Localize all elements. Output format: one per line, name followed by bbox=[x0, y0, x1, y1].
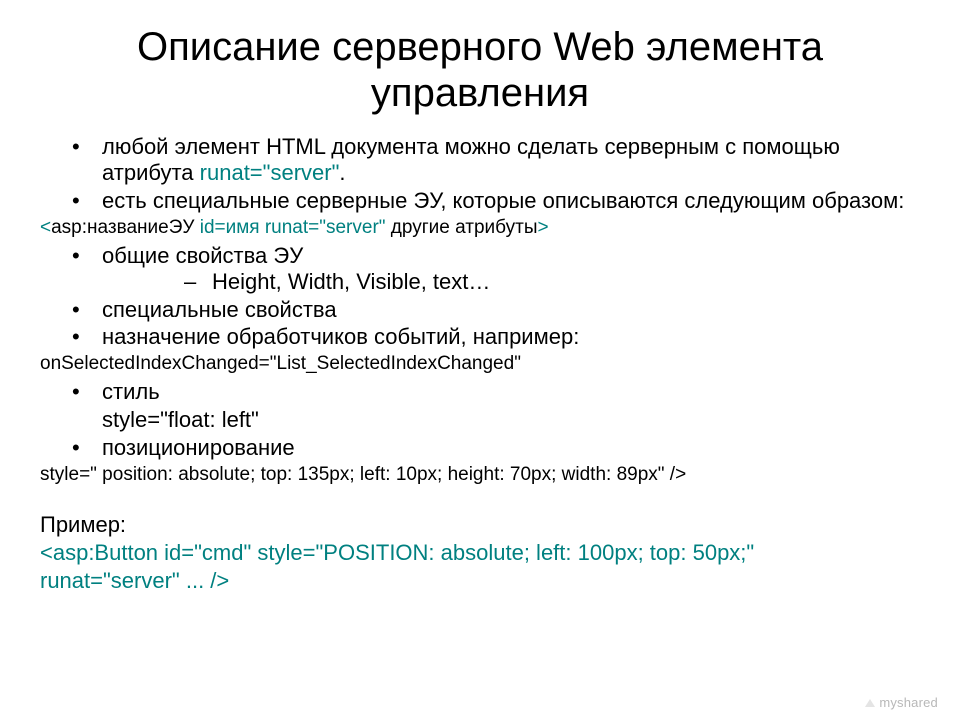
bullet-list: стиль bbox=[40, 379, 920, 405]
bullet-item: есть специальные серверные ЭУ, которые о… bbox=[40, 188, 920, 214]
code-inline: id=имя runat="server" bbox=[200, 217, 386, 238]
bullet-item: назначение обработчиков событий, наприме… bbox=[40, 324, 920, 350]
example-code-line: runat="server" ... /> bbox=[40, 568, 920, 594]
angle-bracket: > bbox=[538, 217, 549, 238]
brand-text: myshared bbox=[879, 695, 938, 710]
code-syntax: <asp:названиеЭУ id=имя runat="server" др… bbox=[40, 216, 920, 240]
example-label: Пример: bbox=[40, 512, 920, 538]
slide-title: Описание серверного Web элемента управле… bbox=[40, 24, 920, 116]
text: стиль bbox=[102, 379, 160, 404]
bullet-list: общие свойства ЭУ Height, Width, Visible… bbox=[40, 243, 920, 351]
text: позиционирование bbox=[102, 435, 295, 460]
bullet-item: специальные свойства bbox=[40, 297, 920, 323]
angle-bracket: < bbox=[40, 217, 51, 238]
slide: Описание серверного Web элемента управле… bbox=[0, 0, 960, 720]
spacer bbox=[40, 490, 920, 512]
play-icon bbox=[865, 699, 875, 707]
bullet-list: позиционирование bbox=[40, 435, 920, 461]
text: Height, Width, Visible, text… bbox=[212, 269, 490, 294]
bullet-list: любой элемент HTML документа можно сдела… bbox=[40, 134, 920, 214]
text: назначение обработчиков событий, наприме… bbox=[102, 324, 579, 349]
code-event: onSelectedIndexChanged="List_SelectedInd… bbox=[40, 352, 920, 376]
text: asp:названиеЭУ bbox=[51, 217, 200, 238]
sub-item: Height, Width, Visible, text… bbox=[102, 269, 920, 295]
code-style: style="float: left" bbox=[40, 407, 920, 433]
brand-watermark: myshared bbox=[865, 695, 938, 710]
sub-list: Height, Width, Visible, text… bbox=[102, 269, 920, 295]
text: другие атрибуты bbox=[386, 217, 538, 238]
bullet-item: любой элемент HTML документа можно сдела… bbox=[40, 134, 920, 186]
code-inline: runat="server" bbox=[200, 160, 340, 185]
text: . bbox=[339, 160, 345, 185]
bullet-item: позиционирование bbox=[40, 435, 920, 461]
example-code-line: <asp:Button id="cmd" style="POSITION: ab… bbox=[40, 540, 920, 566]
text: общие свойства ЭУ bbox=[102, 243, 303, 268]
text: есть специальные серверные ЭУ, которые о… bbox=[102, 188, 904, 213]
text: специальные свойства bbox=[102, 297, 337, 322]
bullet-item: общие свойства ЭУ Height, Width, Visible… bbox=[40, 243, 920, 295]
bullet-item: стиль bbox=[40, 379, 920, 405]
code-position: style=" position: absolute; top: 135px; … bbox=[40, 463, 920, 487]
